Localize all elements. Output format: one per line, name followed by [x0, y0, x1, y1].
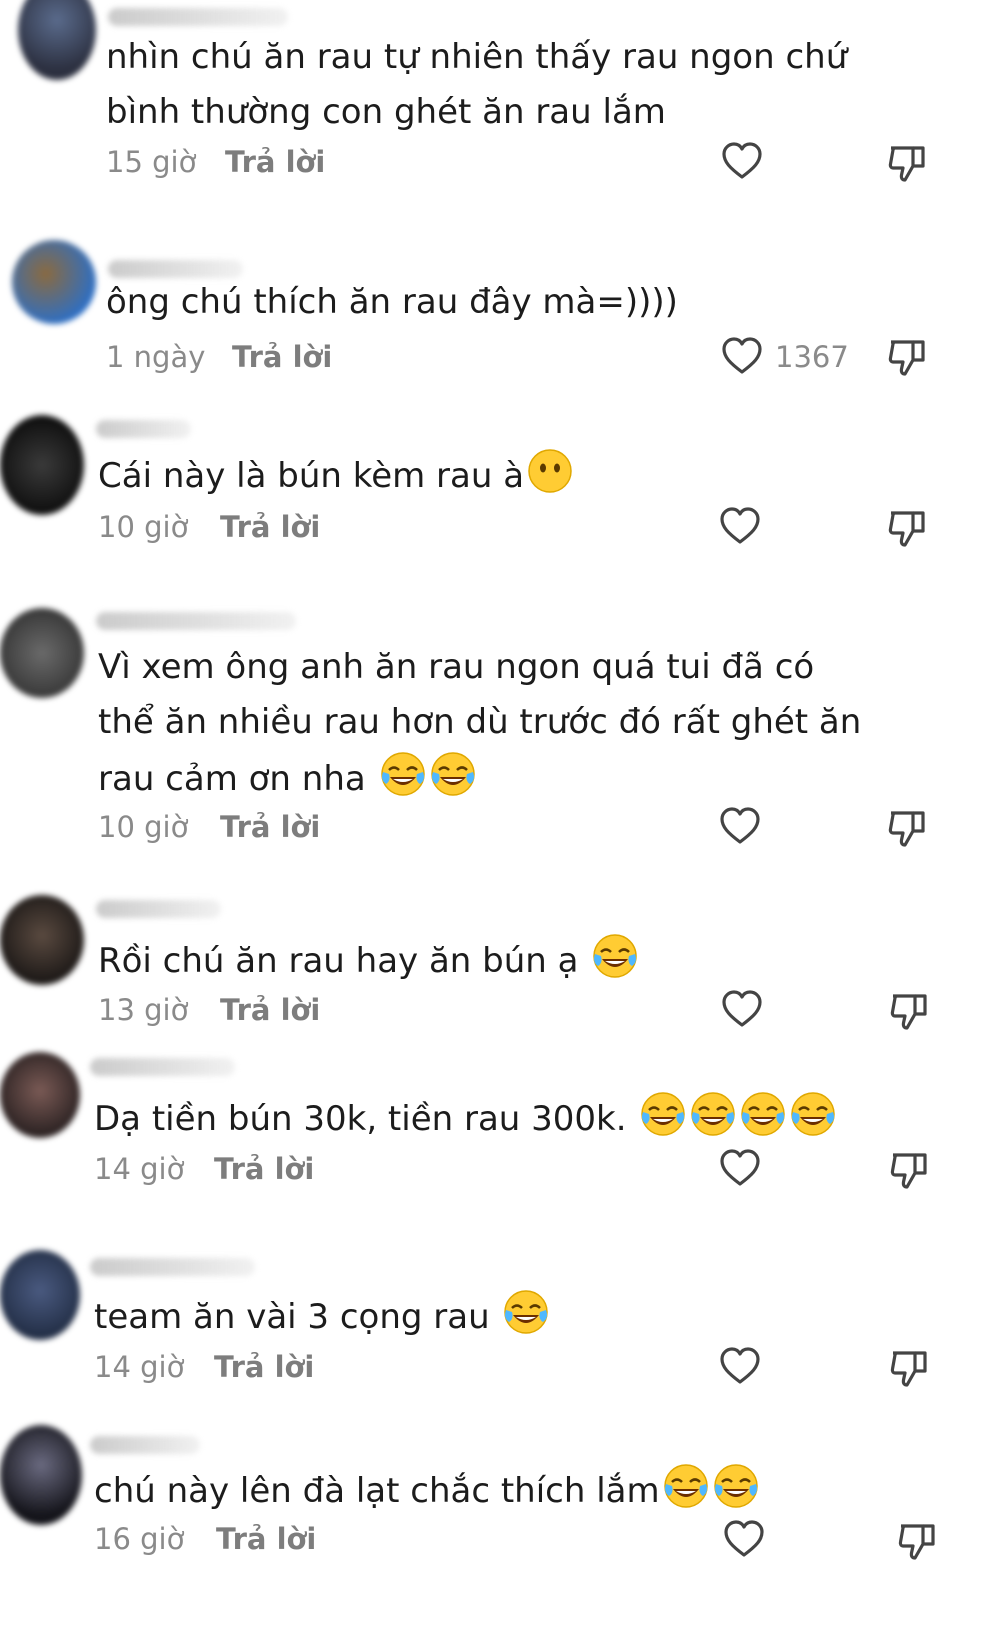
comment-text: Vì xem ông anh ăn rau ngon quá tui đã có… — [98, 647, 862, 799]
tears-of-joy-emoji — [739, 1090, 787, 1138]
reply-button[interactable]: Trả lời — [216, 1522, 316, 1556]
tears-of-joy-emoji — [789, 1090, 837, 1138]
avatar[interactable] — [0, 1052, 80, 1138]
username-blurred[interactable] — [108, 8, 288, 26]
tears-of-joy-emoji — [639, 1090, 687, 1138]
tears-of-joy-emoji — [591, 932, 639, 980]
comment-text: Cái này là bún kèm rau à — [98, 447, 574, 504]
thumbs-down-icon[interactable] — [887, 1347, 931, 1391]
comment-time: 15 giờ — [106, 145, 197, 179]
avatar[interactable] — [0, 415, 84, 515]
heart-icon[interactable] — [718, 1147, 762, 1191]
tears-of-joy-emoji — [662, 1462, 710, 1510]
username-blurred[interactable] — [96, 420, 191, 438]
comment-time: 10 giờ — [98, 810, 189, 844]
reply-button[interactable]: Trả lời — [225, 145, 325, 179]
heart-icon[interactable] — [718, 505, 762, 549]
heart-icon[interactable] — [718, 805, 762, 849]
heart-icon[interactable] — [720, 140, 764, 184]
reply-button[interactable]: Trả lời — [232, 340, 332, 374]
tears-of-joy-emoji — [689, 1090, 737, 1138]
avatar[interactable] — [18, 0, 96, 80]
tears-of-joy-emoji — [502, 1288, 550, 1336]
reply-button[interactable]: Trả lời — [220, 810, 320, 844]
comment-text: team ăn vài 3 cọng rau — [94, 1288, 550, 1345]
comment-text: Rồi chú ăn rau hay ăn bún ạ — [98, 932, 639, 989]
comment-text: ông chú thích ăn rau đây mà=)))) — [106, 282, 678, 322]
thumbs-down-icon[interactable] — [895, 1520, 939, 1564]
comment-time: 14 giờ — [94, 1152, 185, 1186]
reply-button[interactable]: Trả lời — [220, 993, 320, 1027]
comment-time: 16 giờ — [94, 1522, 185, 1556]
comment-text: nhìn chú ăn rau tự nhiên thấy rau ngon c… — [106, 37, 848, 132]
heart-icon[interactable] — [722, 1518, 766, 1562]
avatar[interactable] — [0, 1250, 80, 1340]
reply-button[interactable]: Trả lời — [214, 1350, 314, 1384]
username-blurred[interactable] — [90, 1058, 235, 1076]
like-count: 1367 — [775, 340, 849, 374]
thumbs-down-icon[interactable] — [885, 142, 929, 186]
thumbs-down-icon[interactable] — [887, 990, 931, 1034]
username-blurred[interactable] — [96, 900, 221, 918]
thumbs-down-icon[interactable] — [887, 1149, 931, 1193]
neutral-face-emoji — [526, 447, 574, 495]
avatar[interactable] — [12, 240, 96, 324]
reply-button[interactable]: Trả lời — [220, 510, 320, 544]
avatar[interactable] — [0, 895, 84, 985]
comment-time: 13 giờ — [98, 993, 189, 1027]
reply-button[interactable]: Trả lời — [214, 1152, 314, 1186]
comment-time: 14 giờ — [94, 1350, 185, 1384]
heart-icon[interactable] — [720, 988, 764, 1032]
comment-text: chú này lên đà lạt chắc thích lắm — [94, 1462, 760, 1519]
avatar[interactable] — [0, 608, 84, 698]
thumbs-down-icon[interactable] — [885, 507, 929, 551]
heart-icon[interactable] — [718, 1345, 762, 1389]
comment-time: 1 ngày — [106, 340, 206, 374]
thumbs-down-icon[interactable] — [885, 336, 929, 380]
thumbs-down-icon[interactable] — [885, 807, 929, 851]
heart-icon[interactable] — [720, 335, 764, 379]
username-blurred[interactable] — [96, 612, 296, 630]
username-blurred[interactable] — [90, 1258, 255, 1276]
comment-text: Dạ tiền bún 30k, tiền rau 300k. — [94, 1090, 837, 1147]
username-blurred[interactable] — [90, 1436, 200, 1454]
tears-of-joy-emoji — [429, 750, 477, 798]
comment-time: 10 giờ — [98, 510, 189, 544]
avatar[interactable] — [0, 1425, 82, 1525]
tears-of-joy-emoji — [712, 1462, 760, 1510]
tears-of-joy-emoji — [379, 750, 427, 798]
